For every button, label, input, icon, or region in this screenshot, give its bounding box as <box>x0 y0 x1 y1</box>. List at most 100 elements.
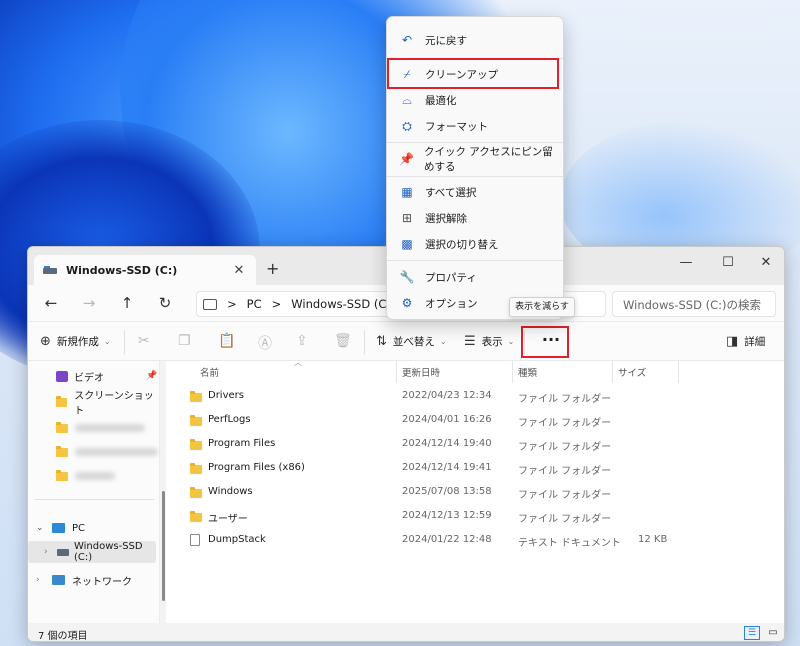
status-bar: 7 個の項目 ☰ ▭ <box>28 623 784 642</box>
navigation-pane: ビデオ 📌 スクリーンショット ⌄ PC › Windows-SSD (C:) … <box>28 361 160 623</box>
menu-item-properties[interactable]: 🔧 プロパティ <box>391 265 561 289</box>
sidebar-item-blurred[interactable] <box>28 441 158 463</box>
table-row[interactable]: Program Files (x86) 2024/12/14 19:41 ファイ… <box>166 457 784 481</box>
share-icon[interactable]: ⇪ <box>296 333 308 349</box>
chevron-down-icon: ⌄ <box>103 337 111 346</box>
column-divider[interactable] <box>678 361 679 383</box>
new-tab-button[interactable]: + <box>266 259 279 278</box>
table-row[interactable]: Windows 2025/07/08 13:58 ファイル フォルダー <box>166 481 784 505</box>
divider <box>387 176 563 177</box>
select-all-icon: ▦ <box>401 185 413 199</box>
tab-close-icon[interactable]: ✕ <box>230 263 248 278</box>
menu-item-select-none[interactable]: ⊞ 選択解除 <box>391 206 561 230</box>
forward-button[interactable]: → <box>70 294 108 312</box>
file-modified: 2024/12/14 19:41 <box>402 462 492 473</box>
file-modified: 2024/12/14 19:40 <box>402 438 492 449</box>
file-name: ユーザー <box>208 514 248 525</box>
details-view-icon[interactable]: ☰ <box>744 626 760 640</box>
sidebar-item-video[interactable]: ビデオ 📌 <box>28 365 158 387</box>
sidebar-item-network[interactable]: › ネットワーク <box>28 569 158 591</box>
file-type: ファイル フォルダー <box>518 442 612 453</box>
folder-icon <box>56 421 68 433</box>
gear-icon: ⚙ <box>401 296 413 310</box>
sidebar-scrollbar[interactable] <box>162 491 165 601</box>
video-icon <box>56 370 68 382</box>
file-type: ファイル フォルダー <box>518 514 612 525</box>
table-row[interactable]: DumpStack 2024/01/22 12:48 テキスト ドキュメント 1… <box>166 529 784 553</box>
divider <box>124 330 125 354</box>
delete-icon[interactable]: 🗑 <box>334 333 352 349</box>
text-document-icon <box>190 534 200 546</box>
menu-item-undo[interactable]: ↶ 元に戻す <box>391 28 561 52</box>
table-row[interactable]: ユーザー 2024/12/13 12:59 ファイル フォルダー <box>166 505 784 529</box>
redacted-label <box>75 472 115 480</box>
table-row[interactable]: PerfLogs 2024/04/01 16:26 ファイル フォルダー <box>166 409 784 433</box>
file-type: ファイル フォルダー <box>518 418 612 429</box>
folder-icon <box>190 439 202 450</box>
sidebar-item-blurred[interactable] <box>28 417 158 439</box>
menu-item-label: プロパティ <box>425 271 477 284</box>
menu-item-invert-selection[interactable]: ▩ 選択の切り替え <box>391 232 561 256</box>
sort-button[interactable]: ⇅ 並べ替え ⌄ <box>376 334 447 349</box>
column-divider[interactable] <box>396 361 397 383</box>
menu-item-optimize[interactable]: ⌓ 最適化 <box>391 88 561 112</box>
menu-item-label: 元に戻す <box>425 34 467 47</box>
column-header-modified[interactable]: 更新日時 <box>402 361 440 383</box>
sidebar-item-pc[interactable]: ⌄ PC <box>28 517 158 539</box>
minimize-button[interactable]: — <box>664 251 708 275</box>
breadcrumb-pc[interactable]: PC <box>247 297 262 311</box>
menu-item-format[interactable]: ⛭ フォーマット <box>391 114 561 138</box>
copy-icon[interactable]: ❐ <box>178 333 191 349</box>
invert-selection-icon: ▩ <box>401 237 413 251</box>
menu-item-label: 選択解除 <box>425 212 467 225</box>
file-modified: 2024/04/01 16:26 <box>402 414 492 425</box>
tiles-view-icon[interactable]: ▭ <box>766 626 780 640</box>
table-row[interactable]: Program Files 2024/12/14 19:40 ファイル フォルダ… <box>166 433 784 457</box>
command-bar: ⊕ 新規作成 ⌄ ✂ ❐ 📋 Ⓐ ⇪ 🗑 ⇅ 並べ替え ⌄ ☰ 表示 ⌄ ···… <box>28 321 784 361</box>
wrench-icon: 🔧 <box>399 270 415 284</box>
cut-icon[interactable]: ✂ <box>138 333 150 349</box>
refresh-button[interactable]: ↻ <box>146 294 184 312</box>
column-header-name[interactable]: 名前 <box>200 361 219 383</box>
close-button[interactable]: ✕ <box>744 251 784 275</box>
table-row[interactable]: Drivers 2022/04/23 12:34 ファイル フォルダー <box>166 385 784 409</box>
column-divider[interactable] <box>512 361 513 383</box>
search-input[interactable]: Windows-SSD (C:)の検索 <box>612 291 776 317</box>
view-label: 表示 <box>481 336 503 348</box>
sidebar-item-label: ビデオ <box>74 372 104 384</box>
pin-icon: 📌 <box>146 371 158 381</box>
see-more-menu: ↶ 元に戻す ⌿ クリーンアップ ⌓ 最適化 ⛭ フォーマット 📌 クイック ア… <box>386 16 564 320</box>
view-button[interactable]: ☰ 表示 ⌄ <box>464 334 514 349</box>
sidebar-item-blurred[interactable] <box>28 465 158 487</box>
details-pane-button[interactable]: ◨ 詳細 <box>726 334 765 349</box>
file-type: ファイル フォルダー <box>518 490 612 501</box>
folder-icon <box>190 487 202 498</box>
column-header-type[interactable]: 種類 <box>518 361 537 383</box>
menu-item-pin[interactable]: 📌 クイック アクセスにピン留めする <box>391 146 561 173</box>
paste-icon[interactable]: 📋 <box>218 333 235 349</box>
file-name: PerfLogs <box>208 414 251 425</box>
view-lines-icon: ☰ <box>464 334 476 349</box>
divider <box>387 142 563 143</box>
divider <box>364 330 365 354</box>
pc-icon <box>52 523 65 533</box>
breadcrumb-drive[interactable]: Windows-SSD (C:) <box>291 297 394 311</box>
item-count: 7 個の項目 <box>38 631 88 642</box>
column-header-size[interactable]: サイズ <box>618 361 646 383</box>
rename-icon[interactable]: Ⓐ <box>258 333 272 353</box>
up-button[interactable]: ↑ <box>108 294 146 312</box>
details-label: 詳細 <box>744 336 766 348</box>
back-button[interactable]: ← <box>32 294 70 312</box>
tab-windows-ssd[interactable]: Windows-SSD (C:) ✕ <box>34 255 256 285</box>
new-button[interactable]: ⊕ 新規作成 ⌄ <box>40 334 111 349</box>
menu-item-select-all[interactable]: ▦ すべて選択 <box>391 180 561 204</box>
file-type: ファイル フォルダー <box>518 466 612 477</box>
file-name: Drivers <box>208 390 244 401</box>
pin-icon: 📌 <box>399 152 414 166</box>
monitor-icon <box>203 298 217 310</box>
column-divider[interactable] <box>612 361 613 383</box>
chevron-down-icon: ⌄ <box>507 337 515 346</box>
sidebar-item-screenshots[interactable]: スクリーンショット <box>28 391 158 417</box>
sidebar-item-windows-ssd[interactable]: › Windows-SSD (C:) <box>28 541 156 563</box>
folder-icon <box>56 469 68 481</box>
